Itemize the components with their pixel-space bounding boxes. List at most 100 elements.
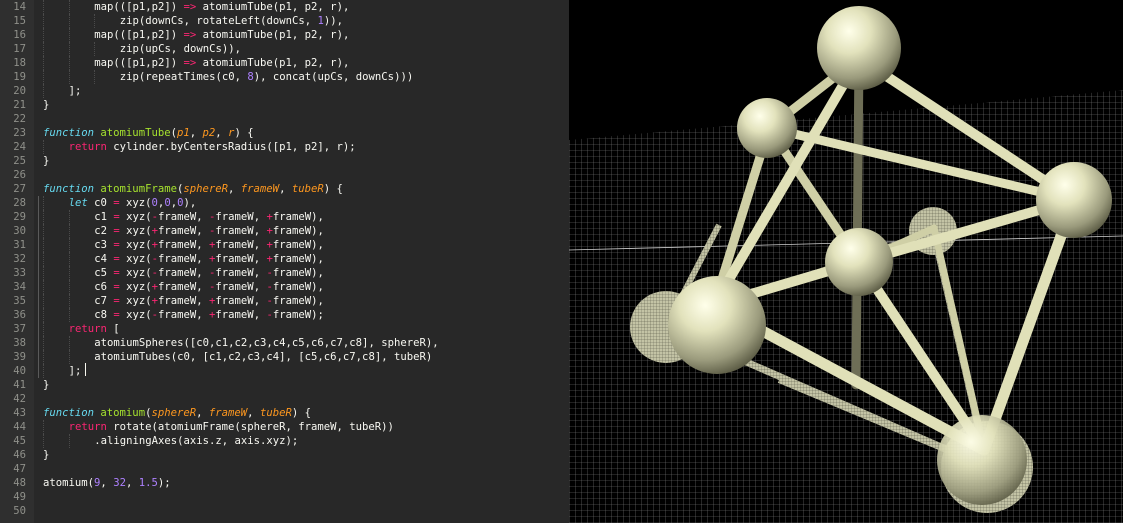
code-text[interactable]: function atomiumFrame(sphereR, frameW, t…	[43, 182, 343, 196]
code-token: c3	[94, 239, 114, 251]
indent-guide	[43, 0, 44, 14]
code-line[interactable]: 32 c4 = xyz(-frameW, +frameW, +frameW),	[0, 252, 569, 266]
code-text[interactable]: c1 = xyz(-frameW, -frameW, +frameW),	[94, 210, 324, 224]
code-text[interactable]: }	[43, 98, 49, 112]
code-line[interactable]: 41}	[0, 378, 569, 392]
code-line[interactable]: 45 .aligningAxes(axis.z, axis.xyz);	[0, 434, 569, 448]
code-token: frameW	[208, 407, 248, 419]
code-line[interactable]: 15 zip(downCs, rotateLeft(downCs, 1)),	[0, 14, 569, 28]
code-line[interactable]: 16 map(([p1,p2]) => atomiumTube(p1, p2, r…	[0, 28, 569, 42]
code-text[interactable]: zip(upCs, downCs)),	[120, 42, 241, 56]
code-text[interactable]: ];	[69, 84, 82, 98]
code-token: ];	[68, 365, 82, 377]
code-line[interactable]: 18 map(([p1,p2]) => atomiumTube(p1, p2, r…	[0, 56, 569, 70]
line-number: 33	[13, 267, 26, 279]
code-text[interactable]: map(([p1,p2]) => atomiumTube(p1, p2, r),	[94, 28, 349, 42]
code-line[interactable]: 21}	[0, 98, 569, 112]
code-line[interactable]: 47	[0, 462, 569, 476]
code-text[interactable]: c4 = xyz(-frameW, +frameW, +frameW),	[94, 252, 324, 266]
code-token: tubeR	[259, 407, 292, 419]
code-line[interactable]: 25}	[0, 154, 569, 168]
atomium-render[interactable]	[569, 0, 1123, 523]
code-text[interactable]: zip(downCs, rotateLeft(downCs, 1)),	[120, 14, 343, 28]
code-text[interactable]: function atomium(sphereR, frameW, tubeR)…	[43, 406, 311, 420]
code-text[interactable]: c2 = xyz(+frameW, -frameW, +frameW),	[94, 224, 324, 238]
code-text[interactable]: c8 = xyz(-frameW, +frameW, -frameW);	[94, 308, 324, 322]
code-line[interactable]: 39 atomiumTubes(c0, [c1,c2,c3,c4], [c5,c6…	[0, 350, 569, 364]
indent-guide	[68, 0, 70, 14]
code-token: frameW),	[272, 225, 324, 237]
indent-guide	[68, 350, 70, 364]
code-text[interactable]: }	[43, 448, 49, 462]
code-text[interactable]: atomiumTubes(c0, [c1,c2,c3,c4], [c5,c6,c…	[94, 350, 432, 364]
code-text[interactable]: }	[43, 154, 49, 168]
code-line[interactable]: 48 atomium(9, 32, 1.5);	[0, 476, 569, 490]
code-line[interactable]: 22	[0, 112, 569, 126]
line-number: 39	[13, 351, 26, 363]
code-line[interactable]: 29 c1 = xyz(-frameW, -frameW, +frameW),	[0, 210, 569, 224]
indent-guide	[68, 266, 70, 280]
code-line[interactable]: 37 return [	[0, 322, 569, 336]
code-token: return	[68, 421, 107, 433]
code-token: }	[43, 379, 50, 391]
code-token: frameW,	[215, 239, 267, 251]
code-text[interactable]: c6 = xyz(+frameW, -frameW, -frameW),	[94, 280, 324, 294]
code-text[interactable]: return rotate(atomiumFrame(sphereR, fram…	[69, 420, 394, 434]
code-line[interactable]: 20];	[0, 84, 569, 98]
code-text[interactable]: map(([p1,p2]) => atomiumTube(p1, p2, r),	[94, 56, 349, 70]
code-line[interactable]: 19 zip(repeatTimes(c0, 8), concat(upCs, d…	[0, 70, 569, 84]
code-token: ),	[183, 197, 197, 209]
code-token: function	[43, 127, 95, 139]
code-line[interactable]: 28 let c0 = xyz(0,0,0),	[0, 196, 569, 210]
code-editor[interactable]: 14 map(([p1,p2]) => atomiumTube(p1, p2, r…	[0, 0, 569, 523]
code-text[interactable]: atomium(9, 32, 1.5);	[43, 476, 171, 490]
code-token: zip(upCs, downCs)),	[119, 43, 241, 55]
code-line[interactable]: 44 return rotate(atomiumFrame(sphereR, fr…	[0, 420, 569, 434]
indent-guide	[68, 336, 70, 350]
code-text[interactable]: return [	[69, 322, 120, 336]
code-line[interactable]: 14 map(([p1,p2]) => atomiumTube(p1, p2, r…	[0, 0, 569, 14]
code-token: 1.5	[138, 477, 158, 489]
code-token: frameW,	[215, 295, 267, 307]
code-line[interactable]: 24 return cylinder.byCentersRadius([p1, p…	[0, 140, 569, 154]
code-line[interactable]: 26	[0, 168, 569, 182]
code-text[interactable]: map(([p1,p2]) => atomiumTube(p1, p2, r),	[94, 0, 349, 14]
code-line[interactable]: 50	[0, 504, 569, 518]
code-line[interactable]: 33 c5 = xyz(-frameW, -frameW, -frameW),	[0, 266, 569, 280]
code-token: return	[68, 323, 107, 335]
code-text[interactable]: return cylinder.byCentersRadius([p1, p2]…	[69, 140, 356, 154]
code-line[interactable]: 38 atomiumSpheres([c0,c1,c2,c3,c4,c5,c6,c…	[0, 336, 569, 350]
line-number: 42	[13, 393, 26, 405]
code-line[interactable]: 17 zip(upCs, downCs)),	[0, 42, 569, 56]
code-text[interactable]: function atomiumTube(p1, p2, r) {	[43, 126, 254, 140]
code-token: atomiumTube	[100, 127, 171, 139]
code-line[interactable]: 42	[0, 392, 569, 406]
code-text[interactable]: }	[43, 378, 49, 392]
code-token: tubeR	[291, 183, 324, 195]
code-token: .aligningAxes(axis.z, axis.xyz);	[94, 435, 299, 447]
3d-viewport[interactable]	[569, 0, 1123, 523]
code-token: atomiumTube(p1, p2, r),	[196, 57, 350, 69]
code-text[interactable]: ];	[69, 364, 82, 378]
code-text[interactable]: c3 = xyz(+frameW, +frameW, +frameW),	[94, 238, 324, 252]
code-line[interactable]: 30 c2 = xyz(+frameW, -frameW, +frameW),	[0, 224, 569, 238]
code-text[interactable]: atomiumSpheres([c0,c1,c2,c3,c4,c5,c6,c7,…	[94, 336, 438, 350]
indent-guide	[43, 42, 44, 56]
code-line[interactable]: 49	[0, 490, 569, 504]
code-text[interactable]: c5 = xyz(-frameW, -frameW, -frameW),	[94, 266, 324, 280]
code-line[interactable]: 34 c6 = xyz(+frameW, -frameW, -frameW),	[0, 280, 569, 294]
code-text[interactable]: zip(repeatTimes(c0, 8), concat(upCs, dow…	[120, 70, 413, 84]
code-text[interactable]: c7 = xyz(+frameW, +frameW, -frameW),	[94, 294, 324, 308]
code-line[interactable]: 23 function atomiumTube(p1, p2, r) {	[0, 126, 569, 140]
code-line[interactable]: 36 c8 = xyz(-frameW, +frameW, -frameW);	[0, 308, 569, 322]
code-text[interactable]: let c0 = xyz(0,0,0),	[69, 196, 197, 210]
code-token: frameW,	[158, 309, 210, 321]
code-line[interactable]: 31 c3 = xyz(+frameW, +frameW, +frameW),	[0, 238, 569, 252]
code-line[interactable]: 43 function atomium(sphereR, frameW, tube…	[0, 406, 569, 420]
code-line[interactable]: 35 c7 = xyz(+frameW, +frameW, -frameW),	[0, 294, 569, 308]
code-text[interactable]: .aligningAxes(axis.z, axis.xyz);	[94, 434, 298, 448]
code-line[interactable]: 27 function atomiumFrame(sphereR, frameW,…	[0, 182, 569, 196]
code-line[interactable]: 46}	[0, 448, 569, 462]
indent-guide	[68, 280, 70, 294]
code-token: return	[68, 141, 107, 153]
